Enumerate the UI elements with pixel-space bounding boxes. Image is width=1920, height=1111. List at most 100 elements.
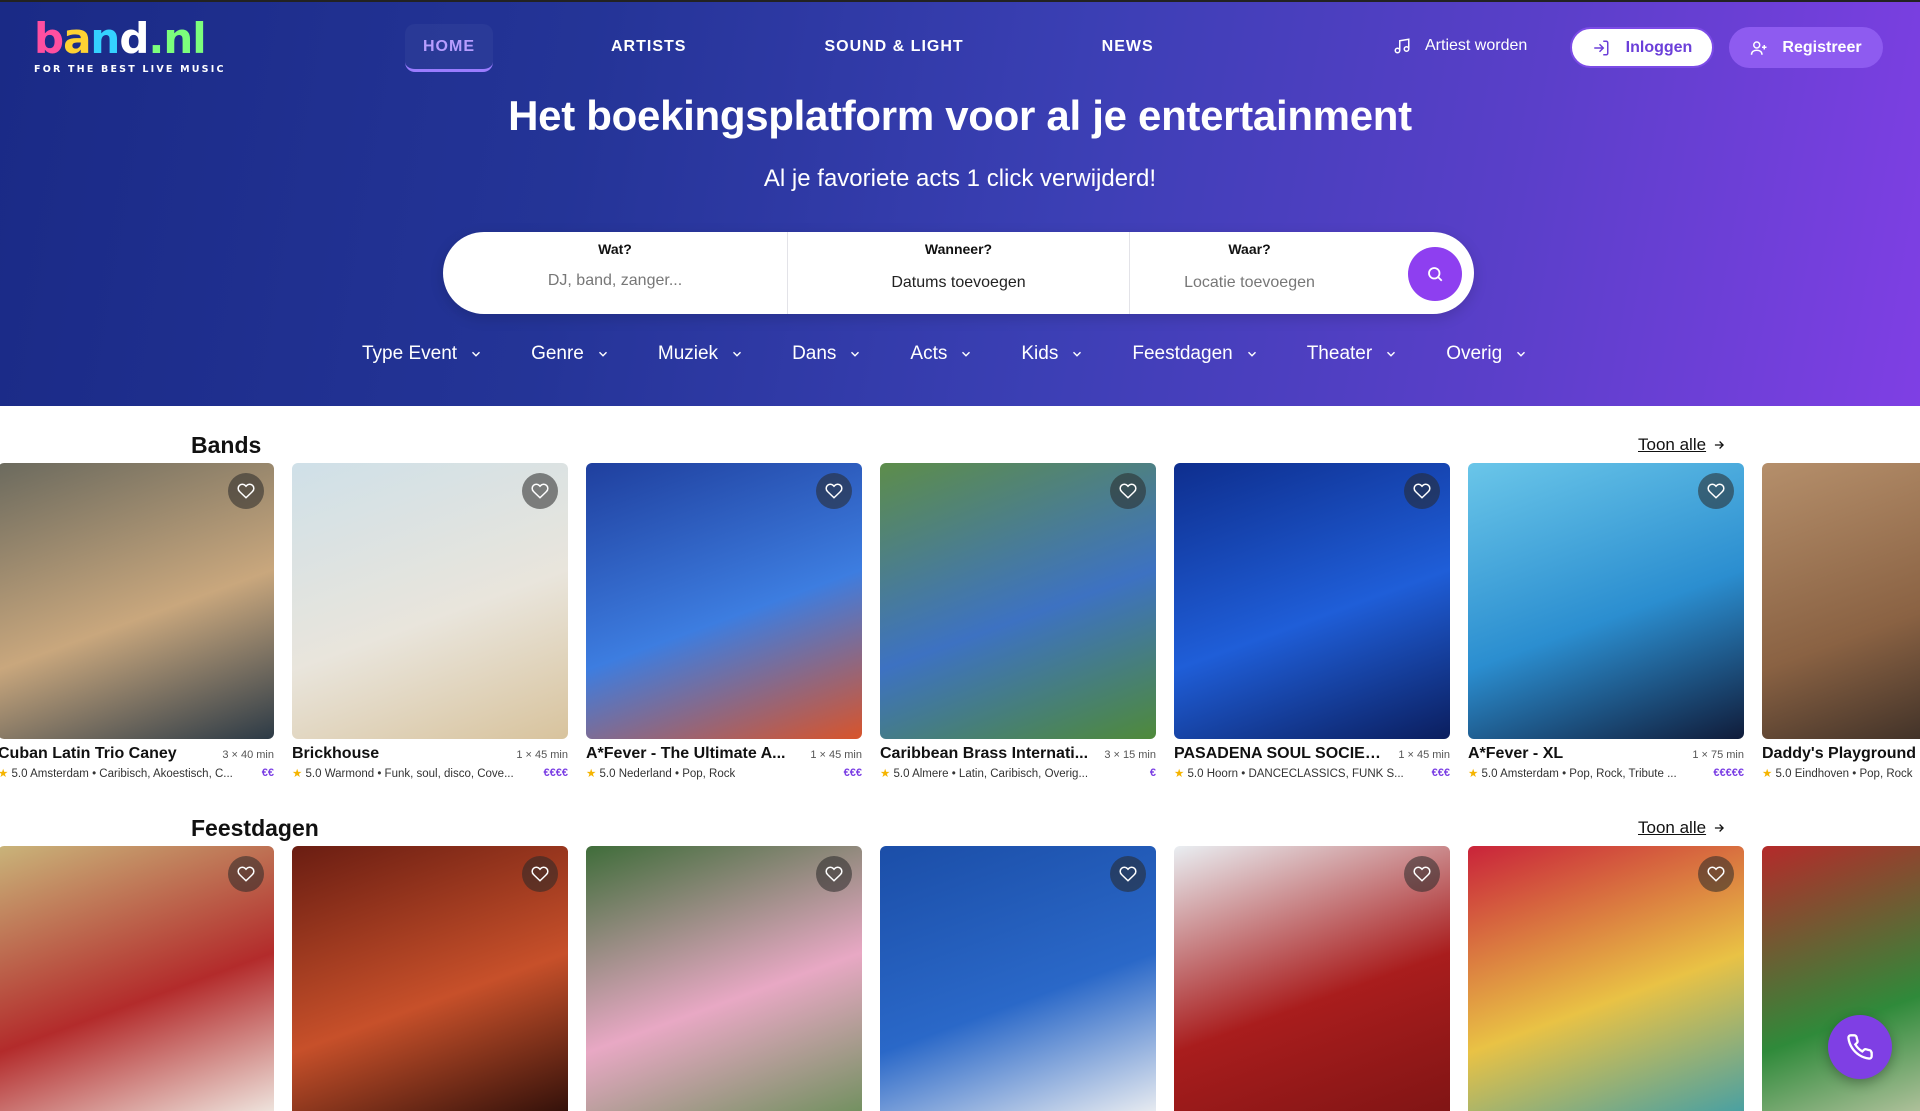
act-photo[interactable] (292, 463, 568, 739)
heart-icon (531, 866, 549, 882)
act-card[interactable]: PASADENA SOUL SOCIETY 1 × 45 min ★ 5.0 Hoo… (1174, 463, 1450, 780)
act-price: €€€€€ (1713, 767, 1744, 779)
search-where-field[interactable]: Waar? Locatie toevoegen (1129, 232, 1409, 314)
search-when-field[interactable]: Wanneer? Datums toevoegen (787, 232, 1129, 314)
nav-artists[interactable]: ARTISTS (593, 24, 704, 72)
favorite-button[interactable] (816, 473, 852, 509)
section-title-feestdagen: Feestdagen (191, 815, 319, 841)
act-photo[interactable] (586, 463, 862, 739)
register-button[interactable]: Registreer (1729, 27, 1883, 68)
login-button[interactable]: Inloggen (1570, 27, 1714, 68)
category-theater[interactable]: Theater (1307, 343, 1398, 365)
heart-icon (1119, 483, 1137, 499)
favorite-button[interactable] (1698, 856, 1734, 892)
search-what-input[interactable] (503, 272, 727, 290)
act-photo[interactable] (880, 846, 1156, 1111)
act-card[interactable]: Cuban Latin Trio Caney 3 × 40 min ★ 5.0 Am… (0, 463, 274, 780)
nav-sound-light[interactable]: SOUND & LIGHT (806, 24, 981, 72)
act-photo[interactable] (292, 846, 568, 1111)
search-what-label: Wat? (598, 241, 632, 257)
category-label: Dans (792, 343, 837, 364)
act-location-genres: Amsterdam • Caribisch, Akoestisch, C... (30, 768, 233, 780)
category-acts[interactable]: Acts (910, 343, 973, 365)
category-type-event[interactable]: Type Event (362, 343, 483, 365)
heart-icon (1707, 866, 1725, 882)
act-card[interactable] (586, 846, 862, 1111)
act-name[interactable]: Caribbean Brass Internati... (880, 745, 1088, 763)
category-overig[interactable]: Overig (1446, 343, 1528, 365)
nav-news[interactable]: NEWS (1084, 24, 1172, 72)
act-photo[interactable] (1174, 846, 1450, 1111)
act-photo[interactable] (1468, 463, 1744, 739)
favorite-button[interactable] (228, 856, 264, 892)
act-location-genres: Hoorn • DANCECLASSICS, FUNK S... (1206, 768, 1404, 780)
heart-icon (1119, 866, 1137, 882)
act-name[interactable]: Cuban Latin Trio Caney (0, 745, 177, 763)
search-when-label: Wanneer? (924, 241, 993, 257)
act-photo[interactable] (1174, 463, 1450, 739)
arrow-right-icon (1714, 824, 1725, 832)
call-button[interactable] (1828, 1015, 1892, 1079)
nav-home[interactable]: HOME (405, 24, 493, 72)
favorite-button[interactable] (1110, 856, 1146, 892)
favorite-button[interactable] (1110, 473, 1146, 509)
act-name[interactable]: PASADENA SOUL SOCIETY (1174, 745, 1384, 763)
see-all-feestdagen-link[interactable]: Toon alle (1638, 818, 1726, 838)
act-card[interactable] (292, 846, 568, 1111)
hero-title: Het boekingsplatform voor al je entertai… (508, 92, 1412, 139)
heart-icon (825, 866, 843, 882)
chevron-down-icon (1387, 351, 1396, 357)
search-what-field[interactable]: Wat? (443, 232, 787, 314)
act-card[interactable]: Brickhouse 1 × 45 min ★ 5.0 Warmond • Funk… (292, 463, 568, 780)
favorite-button[interactable] (1698, 473, 1734, 509)
act-meta: ★ 5.0 Almere • Latin, Caribisch, Overig.… (880, 766, 1088, 780)
favorite-button[interactable] (522, 856, 558, 892)
site-logo[interactable]: band.nl FOR THE BEST LIVE MUSIC (34, 18, 226, 76)
favorite-button[interactable] (522, 473, 558, 509)
act-photo[interactable] (880, 463, 1156, 739)
act-card[interactable] (0, 846, 274, 1111)
favorite-button[interactable] (1404, 856, 1440, 892)
search-where-value: Locatie toevoegen (1184, 274, 1315, 291)
act-rating: 5.0 (11, 768, 28, 780)
music-note-icon (1394, 38, 1410, 54)
act-name[interactable]: A*Fever - XL (1468, 745, 1563, 763)
category-kids[interactable]: Kids (1021, 343, 1084, 365)
favorite-button[interactable] (816, 856, 852, 892)
act-photo[interactable] (0, 846, 274, 1111)
act-photo[interactable] (0, 463, 274, 739)
act-name[interactable]: A*Fever - The Ultimate A... (586, 745, 785, 763)
act-name[interactable]: Brickhouse (292, 745, 379, 763)
act-rating: 5.0 (1775, 768, 1792, 780)
act-name[interactable]: Daddy's Playground (1762, 745, 1916, 763)
act-meta: ★ 5.0 Amsterdam • Caribisch, Akoestisch,… (0, 766, 233, 780)
favorite-button[interactable] (1404, 473, 1440, 509)
act-card[interactable] (1468, 846, 1744, 1111)
search-button[interactable] (1408, 247, 1462, 301)
act-location-genres: Almere • Latin, Caribisch, Overig... (912, 768, 1089, 780)
act-rating: 5.0 (1187, 768, 1204, 780)
act-card[interactable]: Daddy's Playground ★ 5.0 Eindhoven • Pop,… (1762, 463, 1920, 780)
category-dans[interactable]: Dans (792, 343, 862, 365)
act-card[interactable] (880, 846, 1156, 1111)
see-all-bands-link[interactable]: Toon alle (1638, 435, 1726, 455)
favorite-button[interactable] (228, 473, 264, 509)
act-location-genres: Eindhoven • Pop, Rock (1794, 768, 1913, 780)
act-duration: 3 × 15 min (1104, 749, 1156, 761)
act-card[interactable] (1174, 846, 1450, 1111)
star-icon: ★ (586, 768, 597, 780)
category-genre[interactable]: Genre (531, 343, 610, 365)
act-photo[interactable] (586, 846, 862, 1111)
search-when-value: Datums toevoegen (891, 274, 1026, 291)
act-photo[interactable] (1468, 846, 1744, 1111)
act-card[interactable]: Caribbean Brass Internati... 3 × 15 min ★ … (880, 463, 1156, 780)
act-photo[interactable] (1762, 463, 1920, 739)
act-card[interactable]: A*Fever - XL 1 × 75 min ★ 5.0 Amsterdam • … (1468, 463, 1744, 780)
become-artist-link[interactable]: Artiest worden (1393, 37, 1527, 55)
category-feestdagen[interactable]: Feestdagen (1132, 343, 1258, 365)
star-icon: ★ (1762, 768, 1773, 780)
heart-icon (237, 866, 255, 882)
chevron-down-icon (1247, 351, 1256, 357)
act-card[interactable]: A*Fever - The Ultimate A... 1 × 45 min ★ 5… (586, 463, 862, 780)
category-muziek[interactable]: Muziek (658, 343, 744, 365)
